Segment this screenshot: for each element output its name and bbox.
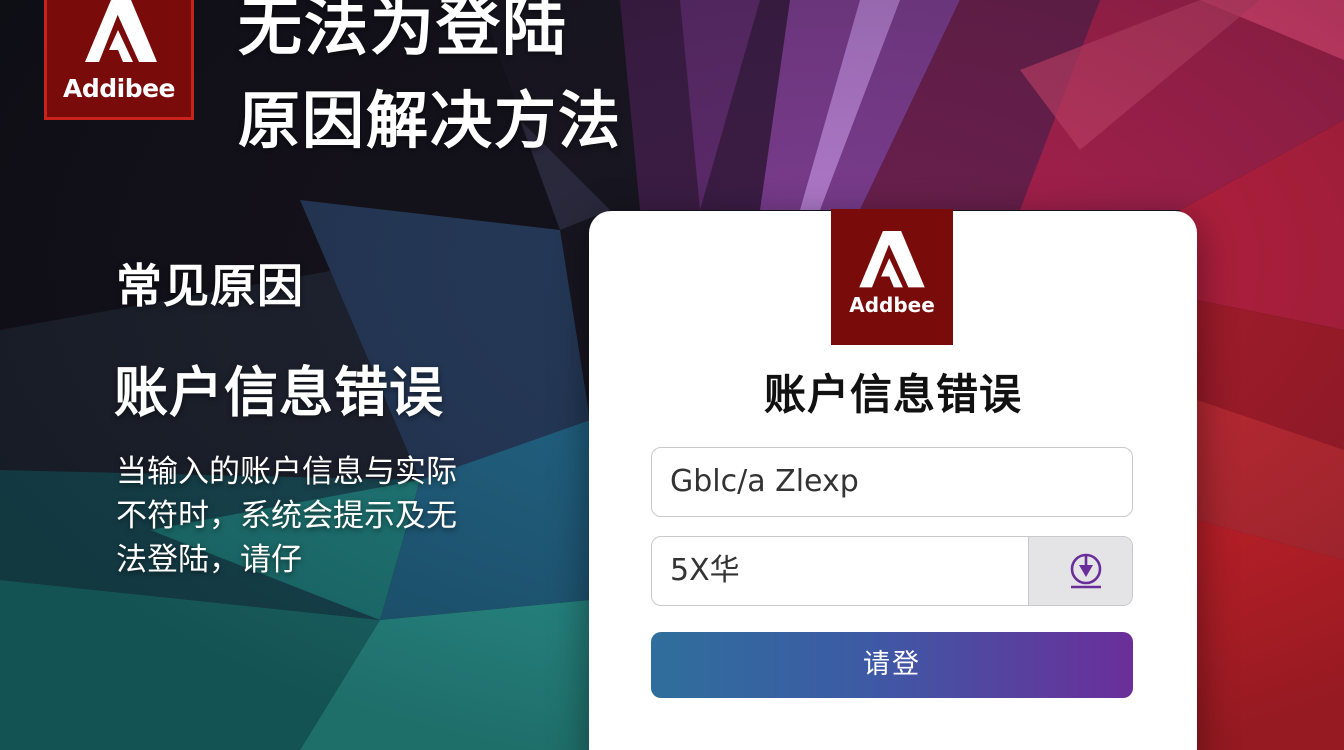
brand-logo-icon <box>859 231 925 288</box>
section-body-line: 不符时，系统会提示及无 <box>116 498 457 534</box>
card-brand-logo: Addbee <box>831 209 953 345</box>
password-field-value[interactable]: 5X华 <box>670 537 740 605</box>
brand-logo: Addibee <box>44 0 194 120</box>
section-subheading: 账户信息错误 <box>114 361 444 424</box>
brand-logo-icon <box>85 0 157 62</box>
section-heading: 常见原因 <box>116 259 304 313</box>
section-body: 当输入的账户信息与实际 不符时，系统会提示及无 法登陆，请仔 <box>116 450 556 582</box>
username-field-value[interactable]: Gblc/a Zlexp <box>670 448 859 516</box>
password-toggle-button[interactable] <box>1028 537 1132 605</box>
headline-line-2: 原因解决方法 <box>238 84 623 157</box>
login-card: Addbee 账户信息错误 Gblc/a Zlexp 5X华 请登 <box>589 209 1197 750</box>
section-body-line: 当输入的账户信息与实际 <box>116 454 457 490</box>
eye-icon[interactable] <box>1066 551 1106 591</box>
card-brand-logo-text: Addbee <box>849 293 935 317</box>
section-body-line: 法登陆，请仔 <box>116 542 302 578</box>
login-card-title: 账户信息错误 <box>763 370 1022 419</box>
brand-logo-text: Addibee <box>62 74 176 103</box>
username-field[interactable]: Gblc/a Zlexp <box>651 447 1133 517</box>
login-button[interactable]: 请登 <box>651 632 1133 698</box>
password-field[interactable]: 5X华 <box>651 536 1133 606</box>
headline-line-1: 无法为登陆 <box>238 0 568 65</box>
